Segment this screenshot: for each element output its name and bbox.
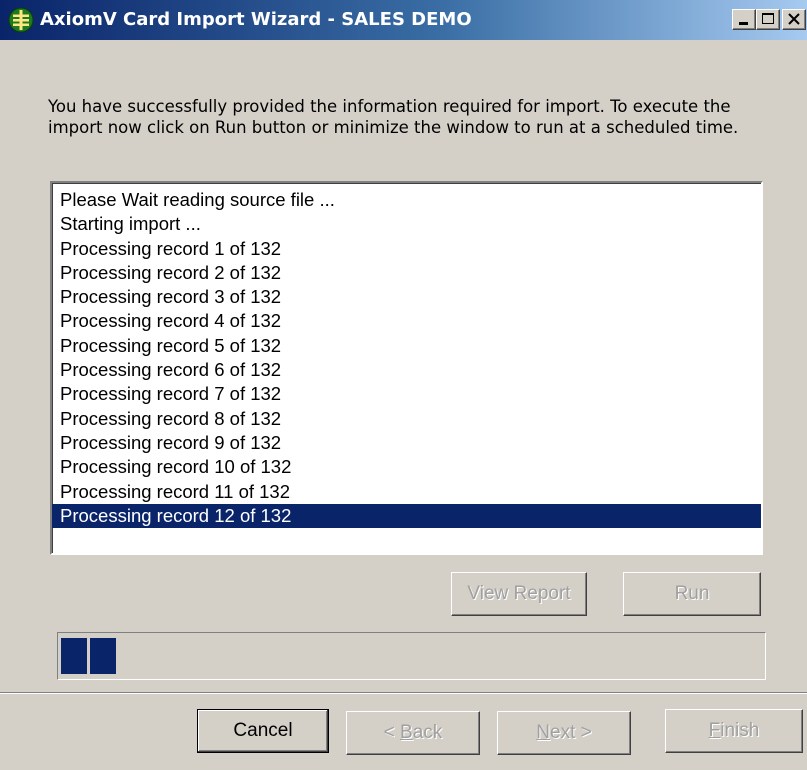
close-button[interactable] (782, 9, 806, 30)
log-entry[interactable]: Processing record 10 of 132 (52, 455, 761, 479)
window-title: AxiomV Card Import Wizard - SALES DEMO (40, 9, 472, 30)
finish-label-rest: inish (720, 720, 760, 741)
minimize-button[interactable] (732, 9, 756, 30)
log-entry[interactable]: Processing record 1 of 132 (52, 237, 761, 261)
log-entry[interactable]: Processing record 5 of 132 (52, 334, 761, 358)
log-entry[interactable]: Processing record 4 of 132 (52, 309, 761, 333)
import-log-list[interactable]: Please Wait reading source file ... Start… (50, 181, 763, 555)
log-entry[interactable]: Processing record 2 of 132 (52, 261, 761, 285)
log-entry[interactable]: Processing record 6 of 132 (52, 358, 761, 382)
progress-block (61, 638, 87, 674)
import-wizard-window: AxiomV Card Import Wizard - SALES DEMO Y… (0, 0, 807, 770)
log-entry[interactable]: Starting import ... (52, 212, 761, 236)
app-logo-icon (8, 7, 34, 33)
next-label-access-key: N (536, 722, 550, 743)
instructions-text: You have successfully provided the infor… (48, 97, 739, 137)
back-label-access-key: B (400, 722, 413, 743)
title-bar[interactable]: AxiomV Card Import Wizard - SALES DEMO (0, 0, 807, 40)
finish-label-access-key: F (708, 720, 721, 741)
back-label-rest: ack (412, 722, 443, 743)
back-label-prefix: < (383, 722, 401, 743)
view-report-button[interactable]: View Report (451, 572, 587, 616)
back-button[interactable]: < Back (346, 711, 480, 755)
progress-block (90, 638, 116, 674)
run-button[interactable]: Run (623, 572, 761, 616)
log-items: Please Wait reading source file ... Start… (52, 188, 761, 529)
minimize-icon (739, 22, 748, 25)
finish-button[interactable]: Finish (665, 709, 803, 753)
maximize-button[interactable] (756, 9, 780, 30)
next-button[interactable]: Next > (497, 711, 631, 755)
import-progress-bar (57, 632, 766, 680)
log-entry[interactable]: Processing record 12 of 132 (52, 503, 761, 529)
log-entry[interactable]: Processing record 7 of 132 (52, 382, 761, 406)
maximize-icon (762, 13, 774, 24)
cancel-button[interactable]: Cancel (197, 709, 329, 753)
close-icon (788, 13, 800, 25)
log-entry[interactable]: Processing record 9 of 132 (52, 431, 761, 455)
log-entry[interactable]: Processing record 3 of 132 (52, 285, 761, 309)
log-entry[interactable]: Processing record 8 of 132 (52, 407, 761, 431)
footer-separator (0, 692, 807, 694)
log-entry[interactable]: Processing record 11 of 132 (52, 480, 761, 504)
next-label-rest: ext > (550, 722, 592, 743)
log-entry[interactable]: Please Wait reading source file ... (52, 188, 761, 212)
